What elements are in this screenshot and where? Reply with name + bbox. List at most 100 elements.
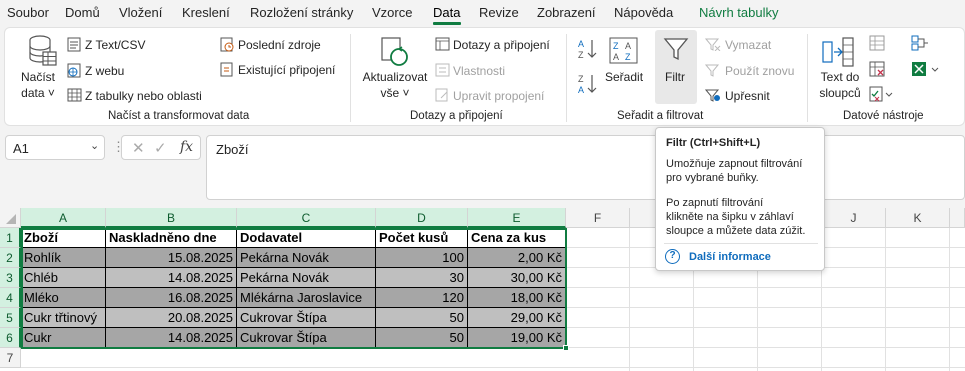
refresh-all-icon	[379, 35, 411, 72]
row-header[interactable]: 4	[0, 288, 21, 308]
table-cell[interactable]: Cukrovar Štípa	[237, 308, 376, 328]
clear-button[interactable]: Vymazat	[725, 38, 771, 52]
row-header[interactable]: 2	[0, 248, 21, 268]
existing-connections-button[interactable]: Existující připojení	[238, 63, 335, 77]
fill-handle[interactable]	[563, 345, 569, 351]
tab-domu[interactable]: Domů	[65, 5, 100, 20]
table-cell[interactable]: Rohlík	[21, 248, 106, 268]
row-header[interactable]: 3	[0, 268, 21, 288]
table-cell[interactable]: 30,00 Kč	[468, 268, 566, 288]
table-cell[interactable]: 29,00 Kč	[468, 308, 566, 328]
properties-button[interactable]: Vlastnosti	[453, 64, 505, 78]
web-icon	[67, 63, 81, 81]
tab-data[interactable]: Data	[433, 5, 460, 20]
table-cell[interactable]: 15.08.2025	[106, 248, 237, 268]
row-header[interactable]: 1	[0, 228, 21, 248]
sort-za-icon: ZA	[577, 72, 599, 99]
tab-vlozeni[interactable]: Vložení	[119, 5, 162, 20]
table-header-cell[interactable]: Dodavatel	[237, 228, 376, 248]
table-cell[interactable]: Cukr třtinový	[21, 308, 106, 328]
filter-tooltip: Filtr (Ctrl+Shift+L) Umožňuje zapnout fi…	[655, 127, 825, 271]
recent-sources-button[interactable]: Poslední zdroje	[238, 38, 321, 52]
tab-napoveda[interactable]: Nápověda	[614, 5, 673, 20]
data-validation-icon	[869, 86, 893, 105]
tab-revize[interactable]: Revize	[479, 5, 519, 20]
table-cell[interactable]: 120	[376, 288, 468, 308]
tab-vzorce[interactable]: Vzorce	[372, 5, 412, 20]
table-cell[interactable]: 14.08.2025	[106, 328, 237, 348]
queries-connections-button[interactable]: Dotazy a připojení	[453, 38, 550, 52]
column-header[interactable]: C	[237, 208, 376, 228]
formula-input[interactable]: Zboží	[206, 135, 965, 200]
fx-icon[interactable]: fx	[180, 139, 193, 155]
edit-links-button[interactable]: Upravit propojení	[453, 89, 544, 103]
formula-buttons: ✕ ✓ fx	[121, 135, 201, 160]
advanced-button[interactable]: Upřesnit	[725, 89, 770, 103]
group-label-get-transform: Načíst a transformovat data	[108, 110, 250, 122]
filter-button[interactable]: Filtr	[655, 30, 697, 104]
from-table-button[interactable]: Z tabulky nebo oblasti	[85, 89, 202, 103]
refresh-all-button[interactable]: Aktualizovat vše ˅	[359, 70, 431, 100]
row-header[interactable]: 6	[0, 328, 21, 348]
table-cell[interactable]: 50	[376, 308, 468, 328]
table-cell[interactable]: Mléko	[21, 288, 106, 308]
column-header[interactable]: F	[566, 208, 630, 228]
table-cell[interactable]: Cukr	[21, 328, 106, 348]
table-cell[interactable]: Mlékárna Jaroslavice	[237, 288, 376, 308]
name-box[interactable]: A1 ⌄	[5, 135, 105, 160]
tab-soubor[interactable]: Soubor	[7, 5, 49, 20]
table-cell[interactable]: 16.08.2025	[106, 288, 237, 308]
column-header[interactable]: K	[886, 208, 950, 228]
check-icon[interactable]: ✓	[154, 139, 167, 157]
column-header[interactable]: E	[468, 208, 566, 228]
table-cell[interactable]: 20.08.2025	[106, 308, 237, 328]
tab-rozlozeni-stranky[interactable]: Rozložení stránky	[250, 5, 353, 20]
reapply-button[interactable]: Použít znovu	[725, 64, 794, 78]
table-cell[interactable]: Cukrovar Štípa	[237, 328, 376, 348]
more-info-link[interactable]: Další informace	[689, 251, 771, 263]
table-header-cell[interactable]: Cena za kus	[468, 228, 566, 248]
queries-connections-icon	[435, 37, 450, 54]
filter-funnel-icon	[663, 36, 689, 65]
table-cell[interactable]: Pekárna Novák	[237, 268, 376, 288]
empty-row[interactable]	[21, 348, 566, 371]
text-to-columns-button[interactable]: Text do sloupců	[818, 70, 862, 100]
table-cell[interactable]: 19,00 Kč	[468, 328, 566, 348]
formula-value: Zboží	[216, 142, 249, 157]
from-web-button[interactable]: Z webu	[85, 64, 124, 78]
get-data-button[interactable]: Načíst data ˅	[21, 70, 55, 100]
svg-text:A: A	[578, 85, 584, 95]
tab-navrh-tabulky[interactable]: Návrh tabulky	[699, 5, 778, 20]
table-cell[interactable]: 50	[376, 328, 468, 348]
svg-text:A: A	[613, 52, 619, 62]
from-text-csv-button[interactable]: Z Text/CSV	[85, 38, 145, 52]
table-cell[interactable]: 2,00 Kč	[468, 248, 566, 268]
column-header[interactable]	[950, 208, 965, 228]
table-cell[interactable]: 14.08.2025	[106, 268, 237, 288]
help-icon: ?	[665, 249, 680, 264]
column-header[interactable]: D	[376, 208, 468, 228]
table-cell[interactable]: 18,00 Kč	[468, 288, 566, 308]
table-header-cell[interactable]: Naskladněno dne	[106, 228, 237, 248]
ribbon: Načíst data ˅ Z Text/CSV Z webu Z tabulk…	[4, 27, 965, 126]
sort-button[interactable]: Seřadit	[605, 70, 643, 84]
table-header-cell[interactable]: Počet kusů	[376, 228, 468, 248]
table-cell[interactable]: Chléb	[21, 268, 106, 288]
column-header[interactable]: A	[21, 208, 106, 228]
tab-zobrazeni[interactable]: Zobrazení	[537, 5, 596, 20]
column-header[interactable]: B	[106, 208, 237, 228]
tab-kresleni[interactable]: Kreslení	[182, 5, 230, 20]
tooltip-divider	[664, 243, 818, 244]
row-header[interactable]: 5	[0, 308, 21, 328]
cancel-icon[interactable]: ✕	[132, 139, 145, 157]
table-cell[interactable]: Pekárna Novák	[237, 248, 376, 268]
select-all-corner[interactable]	[0, 208, 21, 228]
group-separator	[350, 34, 351, 122]
row-header[interactable]: 7	[0, 348, 21, 368]
column-header[interactable]: J	[822, 208, 886, 228]
table-header-cell[interactable]: Zboží	[21, 228, 106, 248]
table-cell[interactable]: 100	[376, 248, 468, 268]
sort-az-icon: AZ	[577, 37, 599, 64]
table-cell[interactable]: 30	[376, 268, 468, 288]
chevron-down-icon[interactable]: ⌄	[90, 139, 99, 152]
